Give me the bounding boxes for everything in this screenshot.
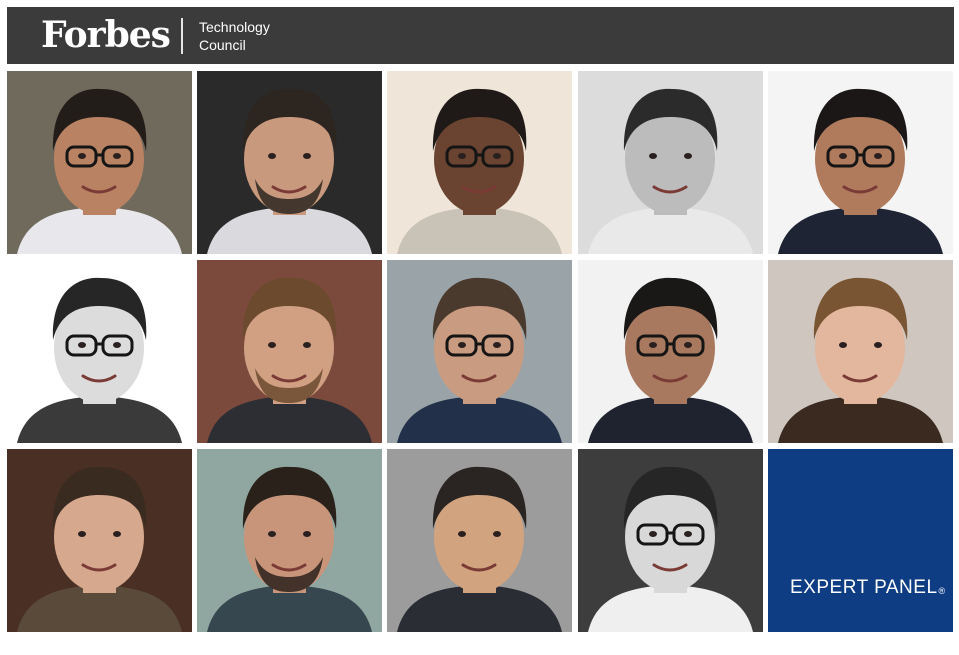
portrait-tile: [7, 71, 192, 254]
portrait-eye-left: [78, 153, 86, 159]
portrait-eye-left: [78, 342, 86, 348]
portrait-eye-right: [874, 153, 882, 159]
expert-panel-text: EXPERT PANEL: [790, 577, 938, 598]
portrait-eye-right: [493, 153, 501, 159]
portrait-eye-left: [458, 531, 466, 537]
portrait-eye-left: [458, 153, 466, 159]
forbes-logo: Forbes: [41, 14, 171, 56]
portrait-tile: [197, 260, 382, 443]
portrait-image: [197, 260, 382, 443]
expert-portrait-grid: EXPERT PANEL®: [7, 71, 954, 633]
portrait-tile: [197, 449, 382, 632]
portrait-tile: [578, 449, 763, 632]
portrait-eye-left: [649, 342, 657, 348]
expert-panel-label: EXPERT PANEL®: [790, 577, 946, 599]
portrait-eye-left: [839, 153, 847, 159]
portrait-image: [578, 71, 763, 254]
portrait-eye-left: [268, 153, 276, 159]
forbes-header: Forbes Technology Council: [7, 7, 954, 64]
portrait-eye-left: [268, 531, 276, 537]
portrait-image: [387, 71, 572, 254]
registered-mark: ®: [938, 586, 946, 596]
portrait-tile: [768, 71, 953, 254]
portrait-eye-left: [649, 531, 657, 537]
council-line-2: Council: [199, 37, 246, 53]
portrait-eye-right: [303, 531, 311, 537]
portrait-eye-right: [874, 342, 882, 348]
portrait-image: [387, 449, 572, 632]
portrait-eye-right: [113, 342, 121, 348]
council-line-1: Technology: [199, 19, 270, 35]
portrait-image: [578, 260, 763, 443]
council-name: Technology Council: [199, 18, 270, 54]
portrait-eye-right: [493, 342, 501, 348]
portrait-tile: [387, 260, 572, 443]
portrait-image: [578, 449, 763, 632]
portrait-image: [197, 449, 382, 632]
portrait-image: [7, 260, 192, 443]
header-divider: [181, 18, 183, 54]
portrait-tile: [578, 260, 763, 443]
portrait-eye-left: [268, 342, 276, 348]
portrait-eye-right: [303, 342, 311, 348]
portrait-eye-right: [684, 342, 692, 348]
portrait-tile: [387, 449, 572, 632]
portrait-image: [7, 449, 192, 632]
portrait-image: [197, 71, 382, 254]
expert-panel-tile: EXPERT PANEL®: [768, 449, 953, 632]
portrait-eye-left: [78, 531, 86, 537]
portrait-eye-left: [458, 342, 466, 348]
portrait-image: [768, 71, 953, 254]
portrait-tile: [768, 260, 953, 443]
portrait-tile: [7, 449, 192, 632]
portrait-eye-right: [684, 531, 692, 537]
portrait-eye-left: [649, 153, 657, 159]
portrait-image: [7, 71, 192, 254]
portrait-eye-left: [839, 342, 847, 348]
portrait-tile: [387, 71, 572, 254]
portrait-eye-right: [113, 153, 121, 159]
portrait-tile: [197, 71, 382, 254]
portrait-eye-right: [303, 153, 311, 159]
portrait-tile: [7, 260, 192, 443]
portrait-eye-right: [684, 153, 692, 159]
portrait-image: [387, 260, 572, 443]
portrait-eye-right: [113, 531, 121, 537]
portrait-eye-right: [493, 531, 501, 537]
portrait-image: [768, 260, 953, 443]
portrait-tile: [578, 71, 763, 254]
